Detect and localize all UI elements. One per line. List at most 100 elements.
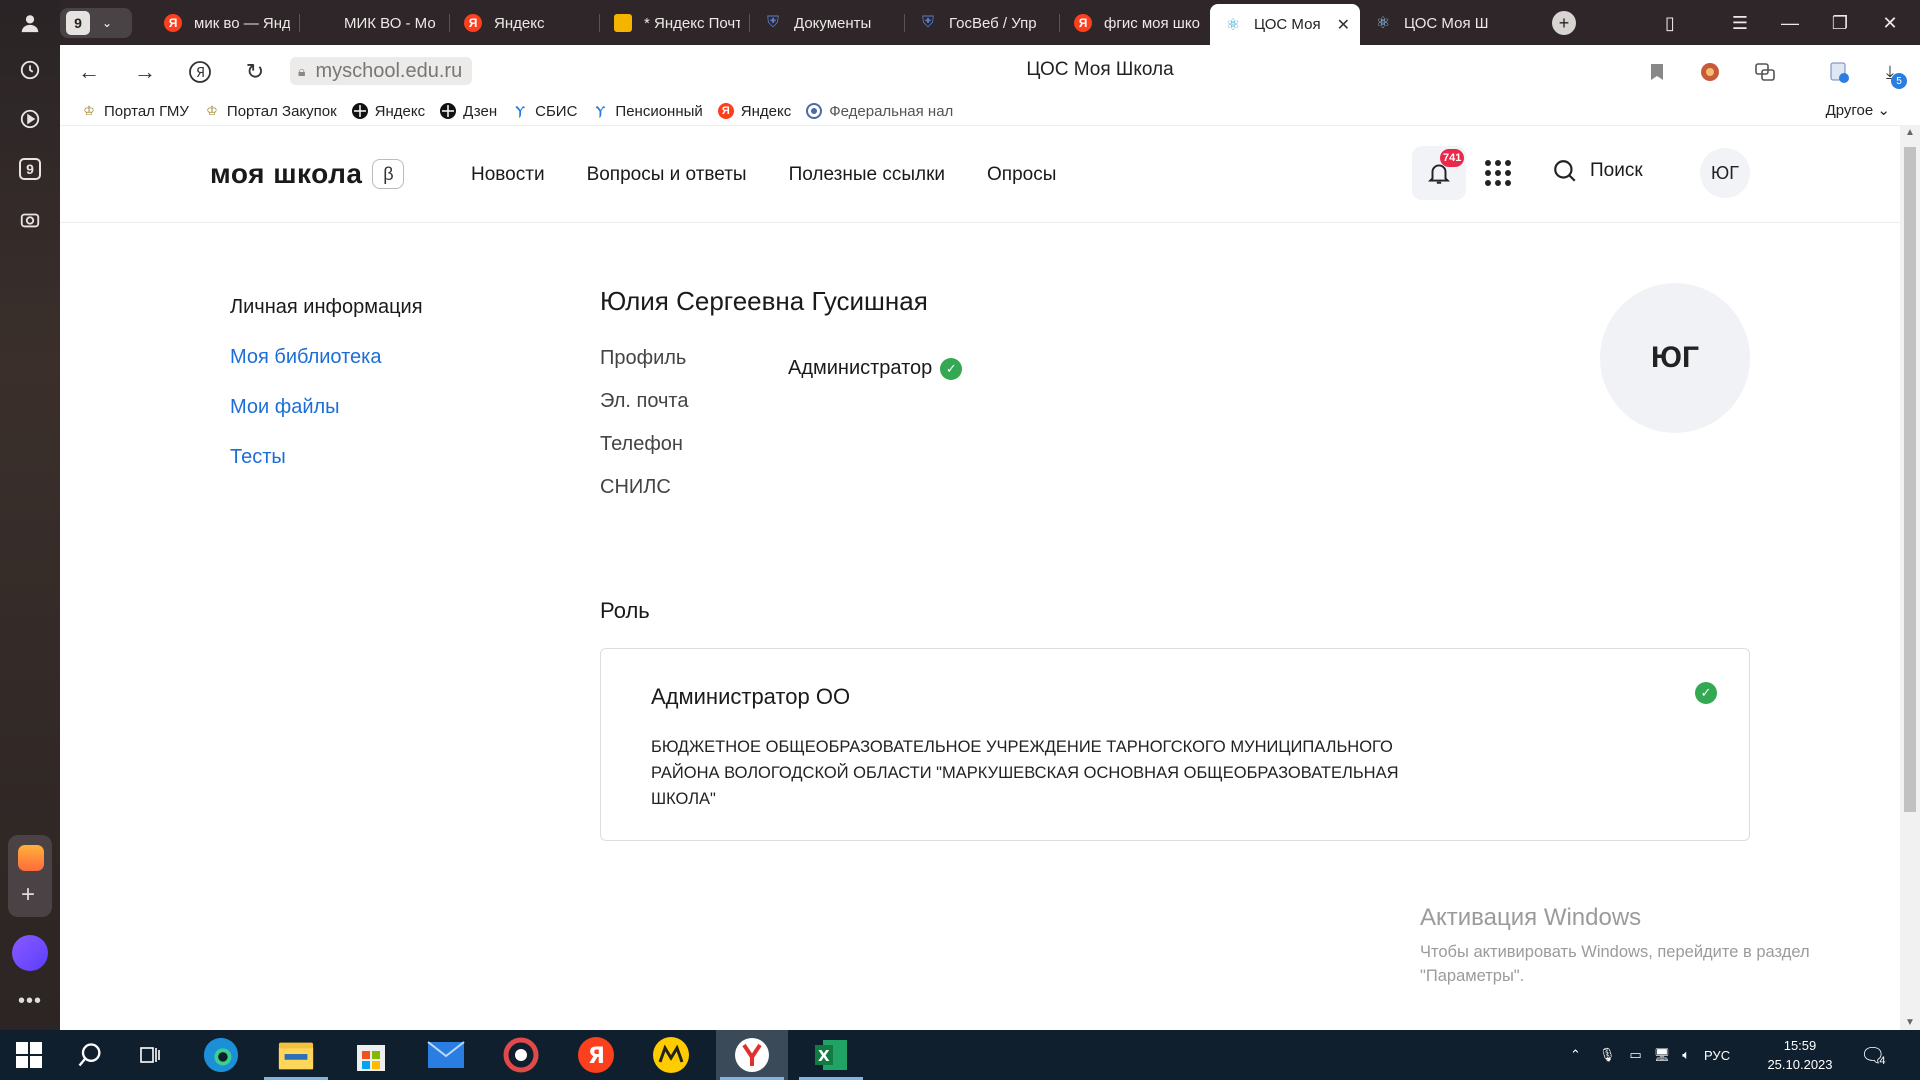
tab-title: ЦОС Моя Ш <box>1404 14 1489 32</box>
user-menu-avatar[interactable]: ЮГ <box>1700 148 1750 198</box>
sidebar-item-library[interactable]: Моя библиотека <box>230 346 423 396</box>
microphone-icon[interactable]: 🎙︎ <box>1599 1047 1616 1063</box>
avatar[interactable]: ЮГ <box>1600 283 1750 433</box>
menu-icon[interactable]: ☰ <box>1725 10 1755 36</box>
bookmark-item[interactable]: Дзен <box>439 102 497 120</box>
nav-useful-links[interactable]: Полезные ссылки <box>789 164 945 186</box>
bookmark-label: Портал Закупок <box>226 102 337 120</box>
restore-icon[interactable]: ❐ <box>1825 10 1855 36</box>
bookmark-item[interactable]: ♔ Портал ГМУ <box>80 102 189 120</box>
mail-app[interactable] <box>410 1030 482 1080</box>
task-view-button[interactable] <box>122 1030 178 1080</box>
forward-button[interactable]: → <box>130 57 160 87</box>
history-icon[interactable] <box>12 52 48 88</box>
cloud-app[interactable] <box>485 1030 557 1080</box>
network-icon[interactable]: 🖥︎ <box>1654 1047 1671 1063</box>
scrollbar-thumb[interactable] <box>1904 147 1916 812</box>
yandex-home-button[interactable]: Я <box>185 57 215 87</box>
yandex-icon: Я <box>578 1037 614 1073</box>
profile-info: Юлия Сергеевна Гусишная Профиль Админист… <box>600 286 963 519</box>
tab[interactable]: Я мик во — Янд <box>150 6 300 40</box>
scroll-up-icon[interactable]: ▲ <box>1905 127 1915 138</box>
yandex-market-app[interactable] <box>635 1030 707 1080</box>
scroll-down-icon[interactable]: ▼ <box>1905 1017 1915 1028</box>
security-extension-icon[interactable] <box>1824 57 1854 87</box>
tabs-counter-icon[interactable]: 9 <box>12 151 48 187</box>
add-widget-icon[interactable]: + <box>21 883 35 907</box>
nav-polls[interactable]: Опросы <box>987 164 1056 186</box>
close-tab-icon[interactable]: ✕ <box>1337 15 1350 35</box>
tab[interactable]: ⛨ ГосВеб / Упр <box>905 6 1060 40</box>
yandex-browser-app[interactable] <box>716 1030 788 1080</box>
video-icon[interactable] <box>12 101 48 137</box>
reload-button[interactable]: ↻ <box>240 57 270 87</box>
new-tab-button[interactable]: + <box>1552 11 1576 35</box>
site-logo[interactable]: моя школа β <box>210 158 405 190</box>
page-scrollbar[interactable]: ▲ ▼ <box>1900 125 1920 1030</box>
nav-news[interactable]: Новости <box>471 164 545 186</box>
store-app[interactable] <box>335 1030 407 1080</box>
tab[interactable]: * Яндекс Почт <box>600 6 750 40</box>
mail-icon[interactable] <box>18 845 44 871</box>
start-button[interactable] <box>0 1030 58 1080</box>
bookmark-item[interactable]: Я Яндекс <box>717 102 791 120</box>
minimize-icon[interactable]: — <box>1775 10 1805 36</box>
bookmark-item[interactable]: ♔ Портал Закупок <box>203 102 337 120</box>
profile-icon[interactable] <box>12 5 48 41</box>
battery-icon[interactable]: ▭ <box>1629 1047 1641 1063</box>
tab-active[interactable]: ⚛ ЦОС Моя ✕ <box>1210 4 1360 45</box>
excel-app[interactable]: X <box>795 1030 867 1080</box>
tab[interactable]: Я фгис моя шко <box>1060 6 1210 40</box>
apps-grid-icon[interactable] <box>1485 160 1511 186</box>
edge-icon <box>203 1037 239 1073</box>
notifications-button[interactable]: 741 <box>1412 146 1466 200</box>
bookmark-item[interactable]: Ⲩ СБИС <box>511 102 577 120</box>
tab-count: 9 <box>66 11 90 35</box>
edge-app[interactable] <box>185 1030 257 1080</box>
language-indicator[interactable]: РУС <box>1704 1048 1730 1063</box>
market-icon <box>653 1037 689 1073</box>
explorer-app[interactable] <box>260 1030 332 1080</box>
tab[interactable]: МИК ВО - Мо <box>300 6 450 40</box>
yandex-app[interactable]: Я <box>560 1030 632 1080</box>
yandex-icon: Я <box>464 14 482 32</box>
tax-icon <box>805 102 823 120</box>
bookmark-icon[interactable] <box>1642 57 1672 87</box>
check-circle-icon: ✓ <box>940 357 963 380</box>
bookmark-item[interactable]: Ⲩ Пенсионный <box>591 102 703 120</box>
yandex-browser-icon <box>735 1038 769 1072</box>
downloads-count: 5 <box>1891 73 1907 89</box>
excel-icon: X <box>815 1040 847 1070</box>
zen-icon <box>439 102 457 120</box>
volume-icon[interactable]: 🔈︎ <box>1682 1047 1690 1063</box>
clock[interactable]: 15:59 25.10.2023 <box>1760 1036 1840 1074</box>
role-card[interactable]: Администратор ОО БЮДЖЕТНОЕ ОБЩЕОБРАЗОВАТ… <box>600 648 1750 841</box>
svg-text:Я: Я <box>196 66 205 81</box>
tray-chevron-up-icon[interactable]: ⌃ <box>1570 1047 1581 1063</box>
sidebar-item-tests[interactable]: Тесты <box>230 446 423 496</box>
search-button[interactable]: Поиск <box>1552 158 1643 184</box>
downloads-icon[interactable]: ⤓ 5 <box>1875 57 1907 89</box>
collections-icon[interactable]: ▯ <box>1655 10 1685 36</box>
search-taskbar-button[interactable] <box>58 1030 122 1080</box>
translate-icon[interactable] <box>1750 57 1780 87</box>
bookmarks-other[interactable]: Другое ⌄ <box>1826 101 1890 119</box>
sidebar-item-personal-info[interactable]: Личная информация <box>230 296 423 346</box>
profile-row-label: Профиль <box>600 347 687 369</box>
tab[interactable]: ⛨ Документы <box>750 6 905 40</box>
alice-icon[interactable] <box>12 935 48 971</box>
more-icon[interactable]: ••• <box>18 990 42 1013</box>
tab-count-button[interactable]: 9 ⌄ <box>60 8 132 38</box>
tab[interactable]: Я Яндекс <box>450 6 600 40</box>
nav-faq[interactable]: Вопросы и ответы <box>587 164 747 186</box>
screenshot-icon[interactable] <box>12 202 48 238</box>
bookmark-item[interactable]: Яндекс <box>351 102 425 120</box>
sidebar-item-files[interactable]: Мои файлы <box>230 396 423 446</box>
bookmark-item[interactable]: Федеральная нал <box>805 102 953 120</box>
back-button[interactable]: ← <box>74 57 104 87</box>
action-center-button[interactable]: 🗨︎ 4 <box>1860 1030 1886 1080</box>
close-window-icon[interactable]: ✕ <box>1875 10 1905 36</box>
url-field[interactable]: 🔒︎ myschool.edu.ru <box>290 57 473 85</box>
tab[interactable]: ⚛ ЦОС Моя Ш <box>1360 6 1520 40</box>
extension-icon[interactable] <box>1695 57 1725 87</box>
